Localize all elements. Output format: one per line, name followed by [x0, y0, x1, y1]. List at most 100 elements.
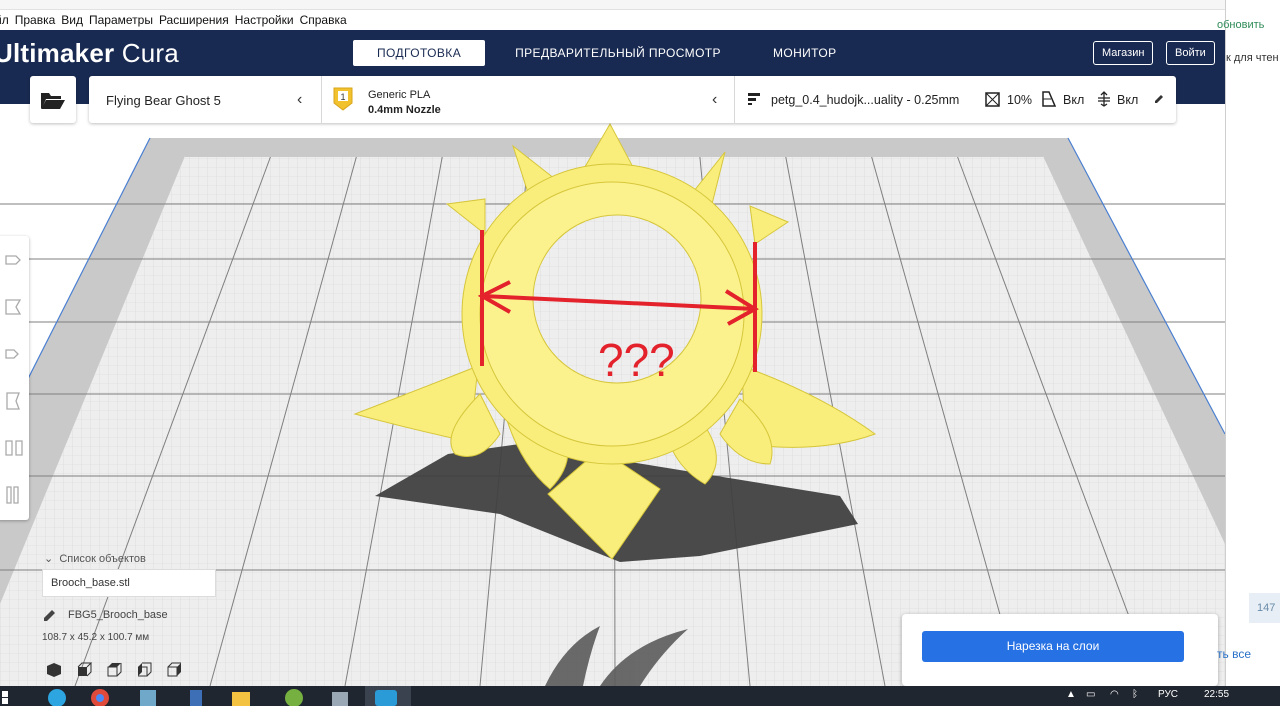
profile-name: petg_0.4_hudojk...uality - 0.25mm — [771, 93, 960, 107]
brand-product: Cura — [114, 38, 179, 68]
tab-prepare[interactable]: ПОДГОТОВКА — [353, 40, 486, 66]
stage-tabs: ПОДГОТОВКА ПРЕДВАРИТЕЛЬНЫЙ ПРОСМОТР МОНИ… — [353, 40, 861, 66]
view-top-button[interactable] — [104, 660, 124, 680]
print-settings-selector[interactable]: petg_0.4_hudojk...uality - 0.25mm 10% Вк… — [735, 76, 1176, 123]
support-value: Вкл — [1063, 93, 1085, 107]
object-list-toggle[interactable]: ⌄ Список объектов — [44, 552, 146, 565]
taskbar-telegram[interactable] — [34, 686, 80, 706]
language-indicator[interactable]: РУС — [1158, 689, 1178, 700]
folder-icon — [232, 692, 250, 706]
cube-right-icon — [167, 662, 181, 677]
support-blocker-button[interactable] — [0, 471, 29, 518]
material-name: Generic PLA — [368, 89, 431, 101]
view-3d-button[interactable] — [44, 660, 64, 680]
signin-button[interactable]: Войти — [1166, 41, 1215, 65]
background-window — [1225, 0, 1280, 686]
folder-open-icon — [41, 92, 65, 109]
per-model-icon — [4, 439, 23, 456]
chevron-up-icon[interactable]: ▲ — [1066, 689, 1076, 700]
brand-name: Ultimaker — [0, 38, 115, 68]
3d-viewport[interactable]: ??? — [0, 104, 1225, 686]
chevron-left-icon: ‹ — [712, 91, 718, 108]
move-tool-button[interactable] — [0, 236, 29, 283]
start-button[interactable] — [0, 686, 30, 706]
wifi-icon[interactable]: ◠ — [1110, 689, 1119, 700]
view-front-button[interactable] — [74, 660, 94, 680]
taskbar-cura[interactable] — [365, 686, 411, 706]
pencil-icon — [1155, 95, 1163, 103]
adhesion-icon — [1098, 91, 1110, 107]
menu-file[interactable]: йл — [0, 13, 12, 27]
cube-top-icon — [107, 663, 122, 677]
cube-front-icon — [77, 662, 93, 677]
app-logo: Ultimaker Cura — [0, 38, 179, 69]
utorrent-icon — [285, 689, 303, 706]
taskbar-chrome[interactable] — [80, 686, 126, 706]
profile-icon — [748, 93, 760, 105]
cube-left-icon — [138, 662, 152, 677]
object-list-title: Список объектов — [59, 553, 146, 565]
object-name: FBG5_Brooch_base — [68, 609, 168, 621]
infill-value: 10% — [1007, 93, 1033, 107]
tab-preview[interactable]: ПРЕДВАРИТЕЛЬНЫЙ ПРОСМОТР — [491, 40, 745, 66]
open-file-button[interactable] — [30, 76, 76, 123]
menu-edit[interactable]: Правка — [12, 13, 59, 27]
menu-help[interactable]: Справка — [297, 13, 350, 27]
view-left-button[interactable] — [134, 660, 154, 680]
menu-bar: йл Правка Вид Параметры Расширения Настр… — [0, 10, 1225, 30]
update-link[interactable]: обновить — [1217, 19, 1264, 31]
brooch-model[interactable]: ??? — [0, 104, 1225, 686]
camera-view-buttons — [44, 660, 184, 680]
taskbar: ▲ ▭ ◠ ᛒ РУС 22:55 — [0, 686, 1280, 706]
show-all-link[interactable]: ть все — [1217, 647, 1251, 661]
annotation-text: ??? — [598, 334, 675, 386]
menu-preferences[interactable]: Настройки — [232, 13, 297, 27]
settings-bar: Flying Bear Ghost 5 ‹ 1 Generic PLA 0.4m… — [89, 76, 1176, 123]
mirror-tool-button[interactable] — [0, 377, 29, 424]
scale-tool-button[interactable] — [0, 283, 29, 330]
image-app-icon — [332, 692, 348, 706]
support-icon — [1042, 91, 1056, 107]
extruder-badge-icon: 1 — [333, 87, 353, 111]
unread-count-badge: 147 — [1249, 593, 1280, 623]
clock[interactable]: 22:55 — [1204, 689, 1229, 700]
adhesion-value: Вкл — [1117, 93, 1139, 107]
taskbar-calculator[interactable] — [172, 686, 218, 706]
material-selector[interactable]: 1 Generic PLA 0.4mm Nozzle ‹ — [322, 76, 734, 123]
view-right-button[interactable] — [164, 660, 184, 680]
taskbar-app[interactable] — [126, 686, 172, 706]
telegram-icon — [48, 689, 66, 706]
marketplace-button[interactable]: Магазин — [1093, 41, 1154, 65]
mirror-icon — [5, 391, 20, 410]
chevron-left-icon: ‹ — [297, 91, 303, 108]
calculator-icon — [190, 690, 202, 706]
move-icon — [4, 254, 21, 265]
menu-extensions[interactable]: Расширения — [156, 13, 232, 27]
object-dimensions: 108.7 x 45.2 x 100.7 мм — [42, 632, 150, 643]
printer-selector[interactable]: Flying Bear Ghost 5 ‹ — [89, 76, 321, 123]
per-model-settings-button[interactable] — [0, 424, 29, 471]
network-icon[interactable]: ▭ — [1086, 689, 1095, 700]
infill-icon — [985, 92, 1000, 107]
tab-monitor[interactable]: МОНИТОР — [749, 40, 861, 66]
svg-text:1: 1 — [340, 92, 345, 102]
rotate-icon — [4, 348, 19, 359]
printer-name: Flying Bear Ghost 5 — [106, 93, 221, 108]
nozzle-size: 0.4mm Nozzle — [368, 104, 441, 116]
object-list-item[interactable]: Brooch_base.stl — [42, 569, 216, 597]
menu-settings[interactable]: Параметры — [86, 13, 156, 27]
pencil-icon — [44, 610, 55, 621]
scale-icon — [4, 298, 21, 315]
tool-panel — [0, 236, 29, 520]
slice-button[interactable]: Нарезка на слои — [922, 631, 1184, 662]
taskbar-explorer[interactable] — [218, 686, 264, 706]
menu-view[interactable]: Вид — [58, 13, 86, 27]
slice-panel: Нарезка на слои — [902, 614, 1218, 686]
chevron-down-icon: ⌄ — [44, 553, 54, 565]
taskbar-image-app[interactable] — [310, 686, 356, 706]
cube-3d-icon — [47, 663, 61, 677]
rotate-tool-button[interactable] — [0, 330, 29, 377]
bluetooth-icon[interactable]: ᛒ — [1132, 689, 1138, 700]
title-strip — [0, 0, 1225, 10]
taskbar-utorrent[interactable] — [264, 686, 310, 706]
